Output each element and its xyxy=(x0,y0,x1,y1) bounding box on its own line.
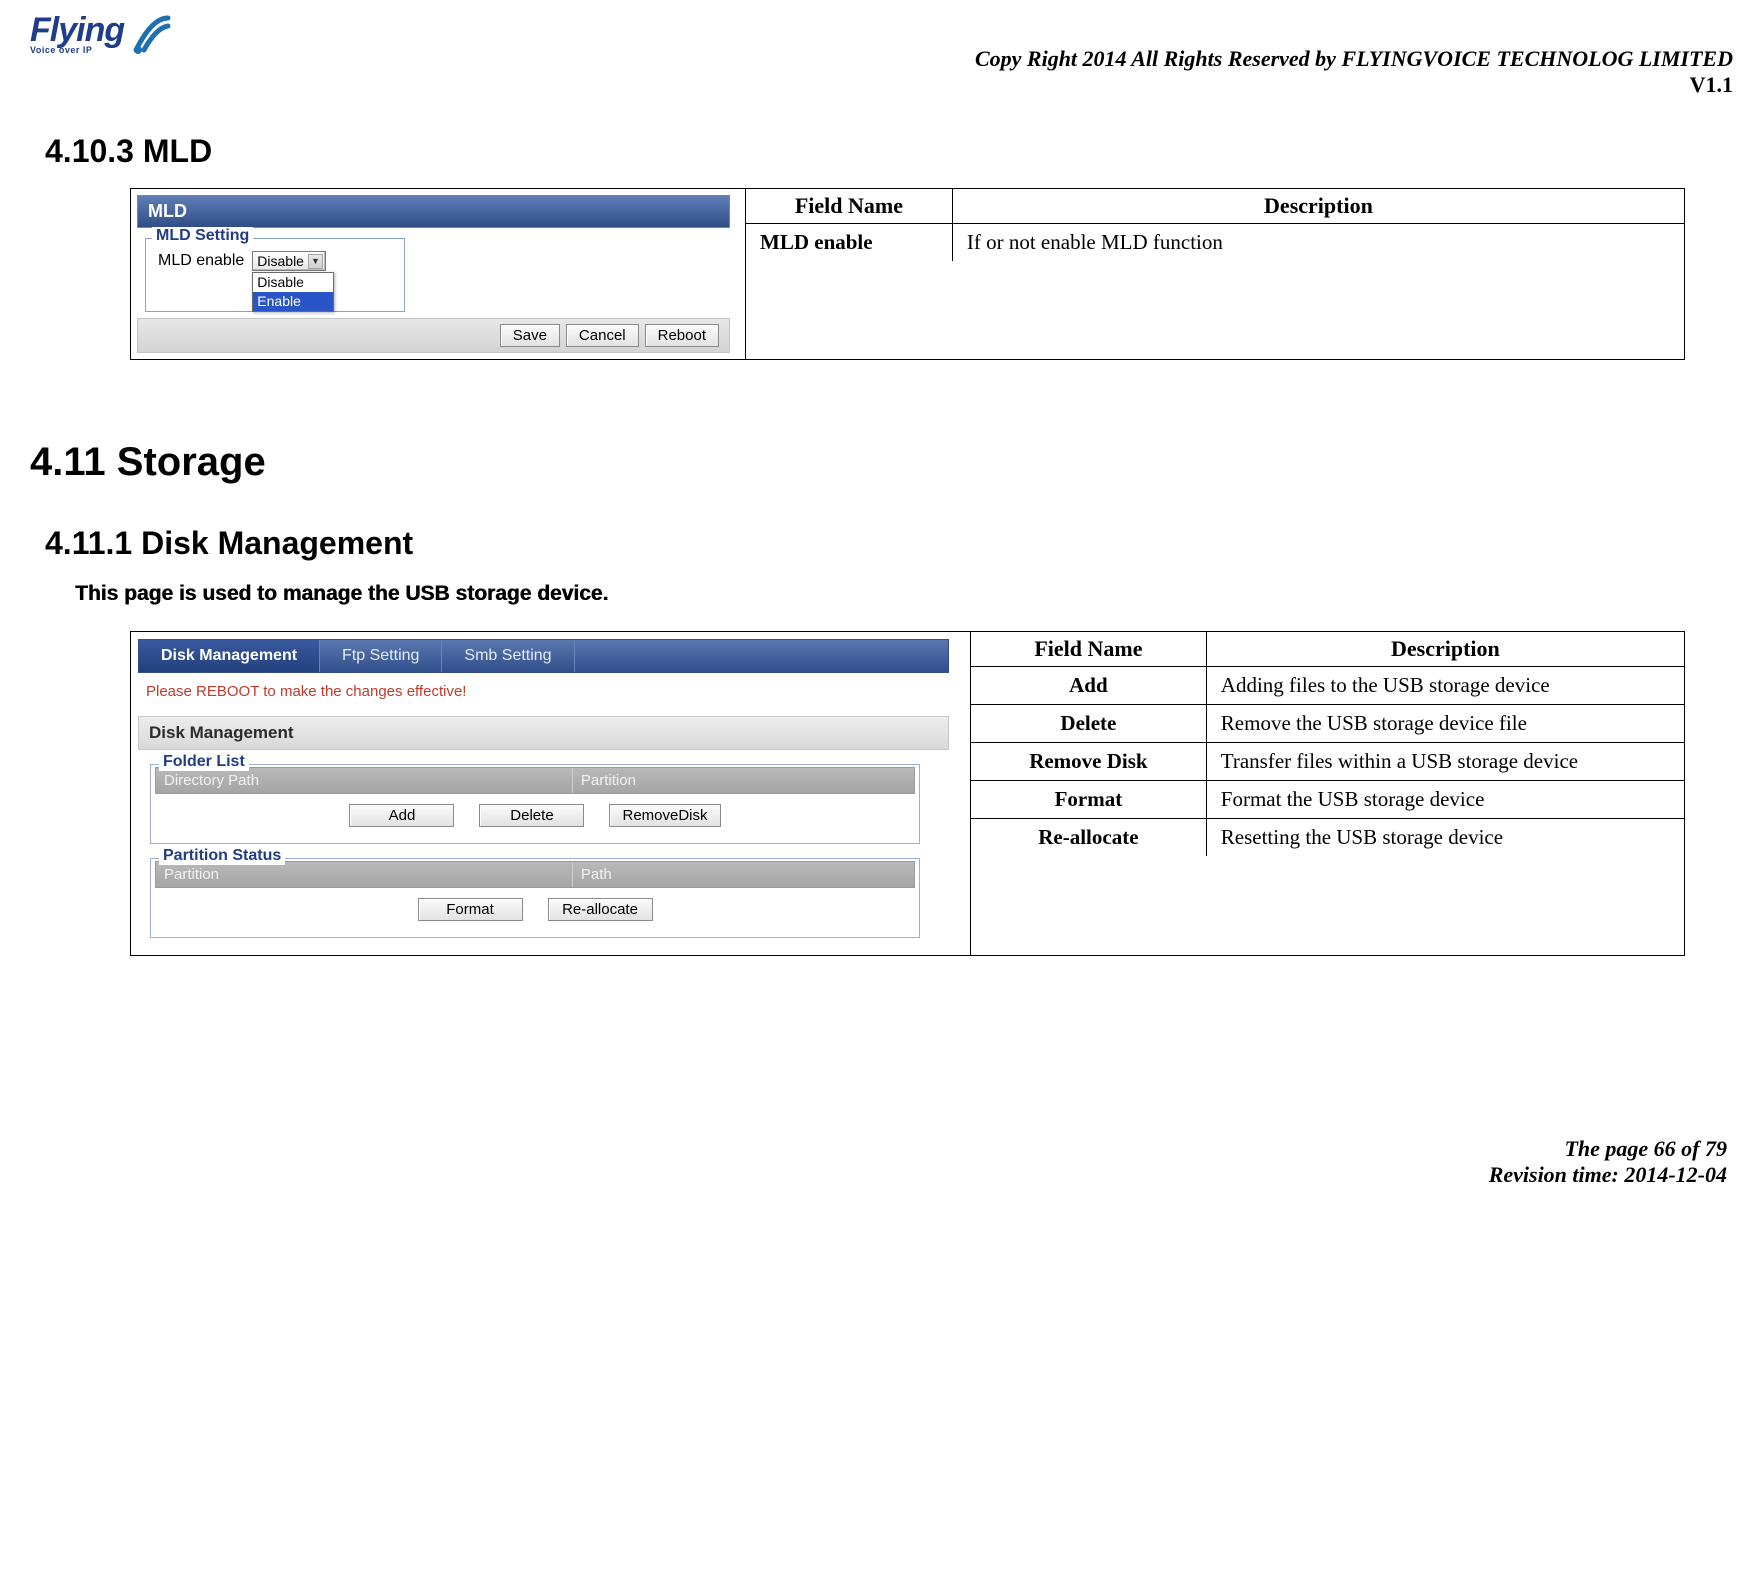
mld-enable-select[interactable]: Disable ▼ Disable Enable xyxy=(252,251,326,271)
mld-select-row: MLD enable Disable ▼ Disable Enable xyxy=(158,251,392,271)
mld-field-desc: If or not enable MLD function xyxy=(952,224,1684,262)
mld-desc-table: Field Name Description MLD enable If or … xyxy=(746,189,1684,359)
section-disk-heading: 4.11.1 Disk Management xyxy=(45,525,1733,562)
disk-field-4: Re-allocate xyxy=(971,819,1206,857)
mld-enable-label: MLD enable xyxy=(158,252,244,270)
page-header: Flying Voice over IP Copy Right 2014 All… xyxy=(30,10,1733,98)
removedisk-button[interactable]: RemoveDisk xyxy=(609,804,720,827)
partition-status-label: Partition Status xyxy=(159,847,285,865)
col-partition2: Partition xyxy=(156,862,573,887)
tab-disk-management[interactable]: Disk Management xyxy=(139,640,320,672)
logo-brand-line1: Flying xyxy=(30,13,124,47)
logo-brand-line2: Voice over IP xyxy=(30,45,92,55)
revision-time: Revision time: 2014-12-04 xyxy=(30,1162,1727,1188)
delete-button[interactable]: Delete xyxy=(479,804,584,827)
reboot-note: Please REBOOT to make the changes effect… xyxy=(138,673,949,716)
page-number: The page 66 of 79 xyxy=(30,1136,1727,1162)
partition-button-row: Format Re-allocate xyxy=(151,888,919,925)
mld-option-enable[interactable]: Enable xyxy=(253,292,333,311)
mld-th-desc: Description xyxy=(952,189,1684,224)
col-partition: Partition xyxy=(573,768,644,793)
copyright-text: Copy Right 2014 All Rights Reserved by F… xyxy=(975,46,1733,72)
mld-select-value: Disable xyxy=(257,253,304,269)
disk-desc-2: Transfer files within a USB storage devi… xyxy=(1206,743,1684,781)
chevron-down-icon: ▼ xyxy=(308,254,323,269)
folder-list-header: Directory Path Partition xyxy=(155,767,915,794)
table-row: MLD enable If or not enable MLD function xyxy=(746,224,1684,262)
mld-group-label: MLD Setting xyxy=(152,227,253,245)
table-row: Format Format the USB storage device xyxy=(971,781,1684,819)
table-row: Add Adding files to the USB storage devi… xyxy=(971,667,1684,705)
folder-list-label: Folder List xyxy=(159,753,249,771)
disk-section-header: Disk Management xyxy=(138,716,949,750)
disk-desc-table: Field Name Description Add Adding files … xyxy=(971,632,1684,955)
disk-field-0: Add xyxy=(971,667,1206,705)
mld-banner: MLD xyxy=(137,195,730,228)
disk-field-1: Delete xyxy=(971,705,1206,743)
disk-desc-3: Format the USB storage device xyxy=(1206,781,1684,819)
disk-desc-4: Resetting the USB storage device xyxy=(1206,819,1684,857)
logo: Flying Voice over IP xyxy=(30,10,176,58)
table-row: Re-allocate Resetting the USB storage de… xyxy=(971,819,1684,857)
disk-desc-0: Adding files to the USB storage device xyxy=(1206,667,1684,705)
disk-field-2: Remove Disk xyxy=(971,743,1206,781)
disk-intro-text: This page is used to manage the USB stor… xyxy=(75,582,1733,606)
add-button[interactable]: Add xyxy=(349,804,454,827)
mld-option-disable[interactable]: Disable xyxy=(253,273,333,292)
save-button[interactable]: Save xyxy=(500,324,560,347)
mld-field-name: MLD enable xyxy=(746,224,952,262)
chapter-storage-heading: 4.11 Storage xyxy=(30,440,1733,485)
page-footer: The page 66 of 79 Revision time: 2014-12… xyxy=(30,1136,1733,1188)
col-path: Path xyxy=(573,862,620,887)
reboot-button[interactable]: Reboot xyxy=(645,324,719,347)
folder-list-group: Folder List Directory Path Partition Add… xyxy=(150,764,920,844)
disk-th-desc: Description xyxy=(1206,632,1684,667)
partition-status-group: Partition Status Partition Path Format R… xyxy=(150,858,920,938)
tab-bar: Disk Management Ftp Setting Smb Setting xyxy=(138,639,949,673)
version-text: V1.1 xyxy=(975,72,1733,98)
disk-desc-1: Remove the USB storage device file xyxy=(1206,705,1684,743)
mld-ui-panel: MLD MLD Setting MLD enable Disable ▼ Dis… xyxy=(131,189,736,359)
tab-ftp-setting[interactable]: Ftp Setting xyxy=(320,640,442,672)
disk-th-field: Field Name xyxy=(971,632,1206,667)
mld-screenshot: MLD MLD Setting MLD enable Disable ▼ Dis… xyxy=(131,189,746,359)
disk-field-3: Format xyxy=(971,781,1206,819)
col-directory-path: Directory Path xyxy=(156,768,573,793)
reallocate-button[interactable]: Re-allocate xyxy=(548,898,653,921)
folder-button-row: Add Delete RemoveDisk xyxy=(151,794,919,831)
cancel-button[interactable]: Cancel xyxy=(566,324,639,347)
mld-footer-buttons: Save Cancel Reboot xyxy=(137,318,730,353)
logo-text: Flying Voice over IP xyxy=(30,13,124,55)
mld-row: MLD MLD Setting MLD enable Disable ▼ Dis… xyxy=(130,188,1685,360)
disk-screenshot: Disk Management Ftp Setting Smb Setting … xyxy=(131,632,971,955)
mld-setting-group: MLD Setting MLD enable Disable ▼ Disable… xyxy=(145,238,405,312)
mld-th-field: Field Name xyxy=(746,189,952,224)
header-right: Copy Right 2014 All Rights Reserved by F… xyxy=(975,46,1733,98)
table-row: Remove Disk Transfer files within a USB … xyxy=(971,743,1684,781)
table-row: Delete Remove the USB storage device fil… xyxy=(971,705,1684,743)
section-mld-heading: 4.10.3 MLD xyxy=(45,133,1733,170)
disk-ui-panel: Disk Management Ftp Setting Smb Setting … xyxy=(131,632,956,955)
disk-row: Disk Management Ftp Setting Smb Setting … xyxy=(130,631,1685,956)
tab-smb-setting[interactable]: Smb Setting xyxy=(442,640,574,672)
mld-select-popup: Disable Enable xyxy=(252,272,334,312)
wireless-icon xyxy=(128,10,176,58)
partition-header: Partition Path xyxy=(155,861,915,888)
format-button[interactable]: Format xyxy=(418,898,523,921)
